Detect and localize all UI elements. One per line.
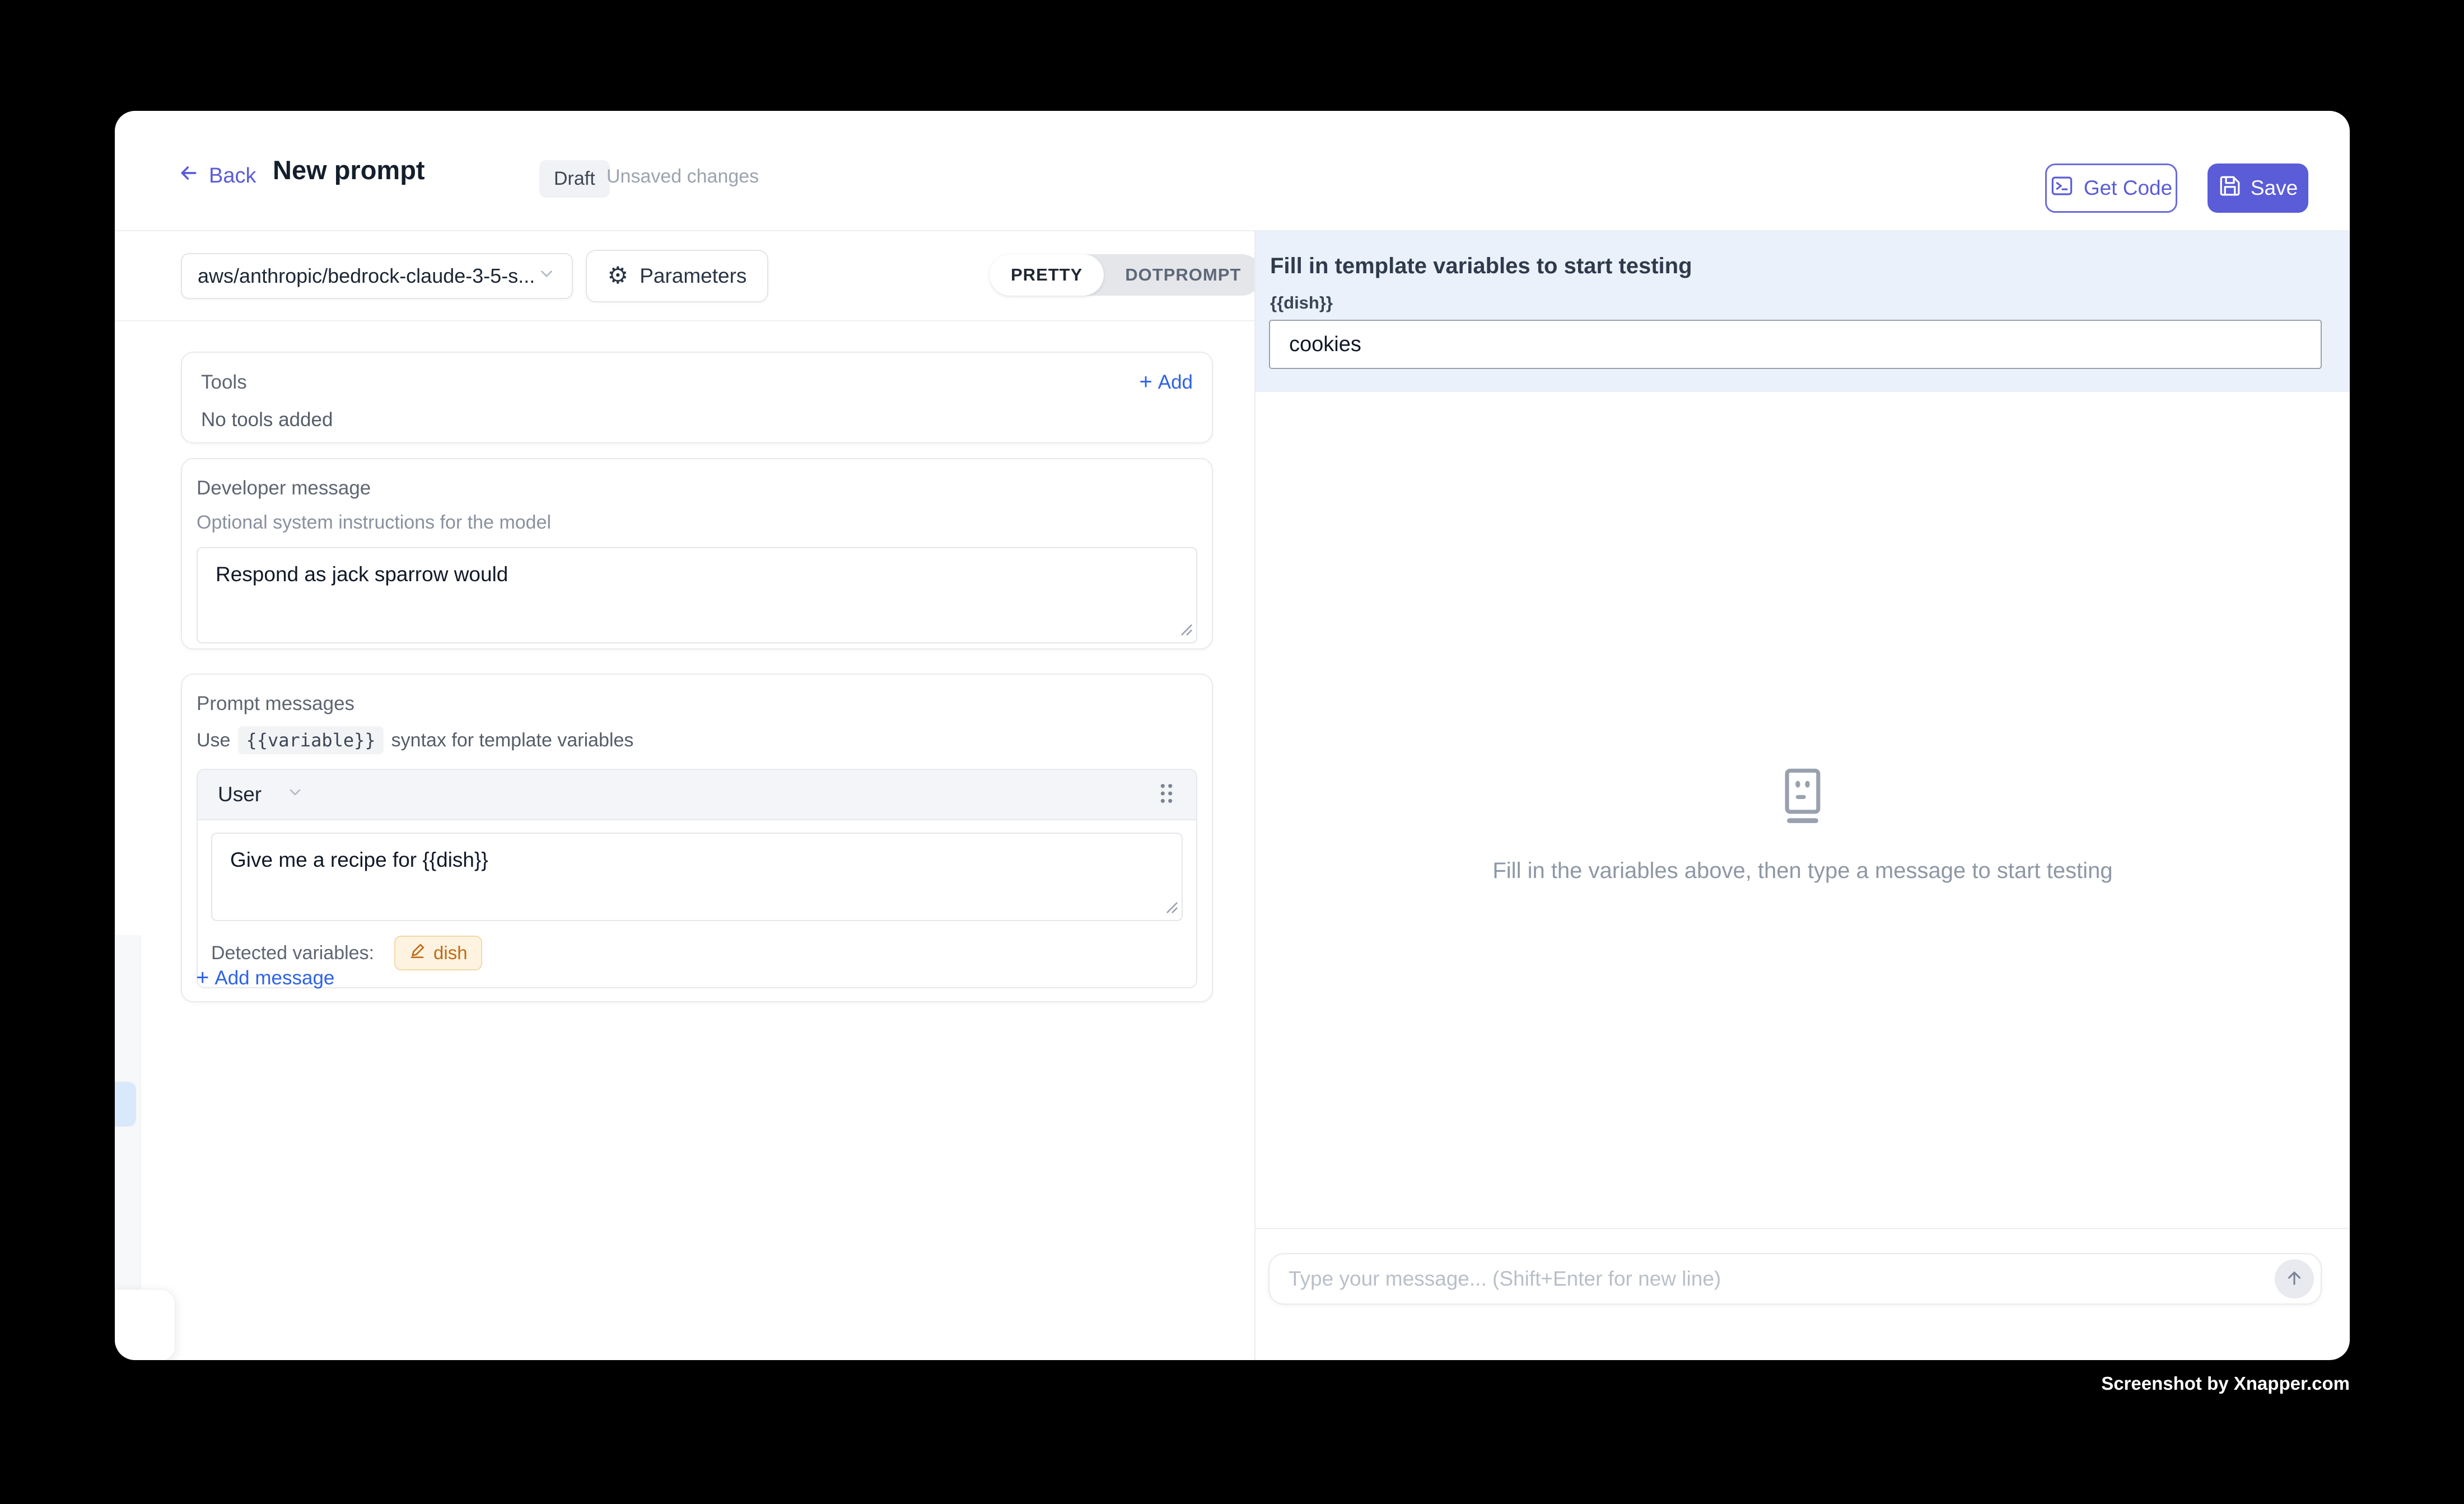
detected-variables-row: Detected variables: dish: [198, 921, 1196, 987]
model-selector-value: aws/anthropic/bedrock-claude-3-5-s...: [198, 264, 535, 288]
developer-message-subtitle: Optional system instructions for the mod…: [197, 512, 1197, 534]
tools-title: Tools: [201, 371, 247, 394]
terminal-icon: [2050, 174, 2074, 203]
template-variables-bar: Fill in template variables to start test…: [1256, 231, 2350, 392]
hint-suffix: syntax for template variables: [391, 730, 634, 751]
resize-handle-icon[interactable]: [1180, 624, 1193, 639]
toolbar-divider: [115, 320, 1254, 321]
add-tool-label: Add: [1158, 371, 1193, 394]
variable-badge-label: dish: [433, 942, 468, 964]
variable-badge-dish[interactable]: dish: [394, 936, 482, 970]
send-button[interactable]: [2275, 1259, 2314, 1299]
message-header: User: [198, 770, 1196, 820]
role-value: User: [218, 783, 262, 806]
variable-syntax-chip: {{variable}}: [238, 726, 383, 754]
chat-message-input[interactable]: [1270, 1254, 2321, 1304]
message-body: Give me a recipe for {{dish}}: [198, 820, 1196, 921]
variable-name-label: {{dish}}: [1270, 293, 1333, 313]
app-window: Back New prompt Draft Unsaved changes Ge…: [115, 111, 2350, 1360]
message-content-input[interactable]: Give me a recipe for {{dish}}: [212, 834, 1182, 920]
save-label: Save: [2251, 176, 2298, 200]
tools-empty-text: No tools added: [201, 409, 1193, 431]
add-message-button[interactable]: Add message: [196, 966, 334, 990]
status-badge: Draft: [539, 160, 610, 198]
template-variables-title: Fill in template variables to start test…: [1270, 254, 1692, 279]
back-button[interactable]: Back: [178, 158, 256, 194]
role-selector[interactable]: User: [218, 783, 304, 806]
developer-message-input[interactable]: Respond as jack sparrow would: [198, 548, 1196, 642]
plus-icon: [196, 966, 209, 990]
view-mode-toggle: PRETTY DOTPROMPT: [990, 254, 1262, 296]
prompt-messages-section: Prompt messages Use {{variable}} syntax …: [181, 674, 1213, 1002]
save-icon: [2218, 174, 2242, 203]
parameters-button[interactable]: Parameters: [586, 250, 768, 302]
prompt-messages-title: Prompt messages: [197, 693, 1197, 715]
drag-handle-icon[interactable]: [1157, 782, 1176, 807]
plus-icon: [1139, 371, 1152, 394]
get-code-label: Get Code: [2084, 176, 2172, 200]
toggle-dotprompt[interactable]: DOTPROMPT: [1104, 254, 1262, 296]
unsaved-changes-text: Unsaved changes: [606, 166, 759, 188]
add-tool-button[interactable]: Add: [1139, 371, 1193, 394]
empty-state-text: Fill in the variables above, then type a…: [1256, 858, 2350, 884]
save-button[interactable]: Save: [2208, 164, 2308, 213]
chat-input-bar: [1268, 1253, 2322, 1305]
arrow-left-icon: [178, 162, 200, 190]
detected-variables-label: Detected variables:: [211, 942, 374, 964]
model-selector[interactable]: aws/anthropic/bedrock-claude-3-5-s...: [181, 253, 573, 299]
pen-icon: [409, 942, 426, 964]
chat-divider: [1256, 1228, 2350, 1229]
add-message-label: Add message: [214, 967, 334, 989]
arrow-up-icon: [2284, 1267, 2305, 1291]
back-label: Back: [209, 164, 256, 188]
robot-face-icon: [1779, 817, 1827, 826]
chevron-down-icon: [286, 783, 304, 806]
variable-syntax-hint: Use {{variable}} syntax for template var…: [197, 726, 1197, 754]
side-drawer-selected-item: [115, 1082, 136, 1127]
hint-prefix: Use: [197, 730, 230, 751]
gear-icon: [608, 264, 629, 288]
page-title: New prompt: [273, 155, 425, 185]
resize-handle-icon[interactable]: [1166, 902, 1178, 917]
message-block: User Give me a recipe for {{dish}}: [197, 769, 1197, 988]
chevron-down-icon: [537, 264, 556, 288]
empty-state: Fill in the variables above, then type a…: [1256, 768, 2350, 884]
parameters-label: Parameters: [640, 264, 746, 288]
get-code-button[interactable]: Get Code: [2045, 164, 2177, 213]
tools-section: Tools Add No tools added: [181, 352, 1213, 443]
developer-message-title: Developer message: [197, 477, 1197, 499]
toggle-pretty[interactable]: PRETTY: [990, 254, 1104, 296]
watermark-text: Screenshot by Xnapper.com: [2101, 1373, 2350, 1394]
developer-message-field-wrap: Respond as jack sparrow would: [197, 547, 1197, 643]
floating-card-edge: [115, 1289, 175, 1360]
variable-value-input[interactable]: [1269, 320, 2322, 369]
message-field-wrap: Give me a recipe for {{dish}}: [211, 833, 1183, 921]
developer-message-section: Developer message Optional system instru…: [181, 458, 1213, 650]
